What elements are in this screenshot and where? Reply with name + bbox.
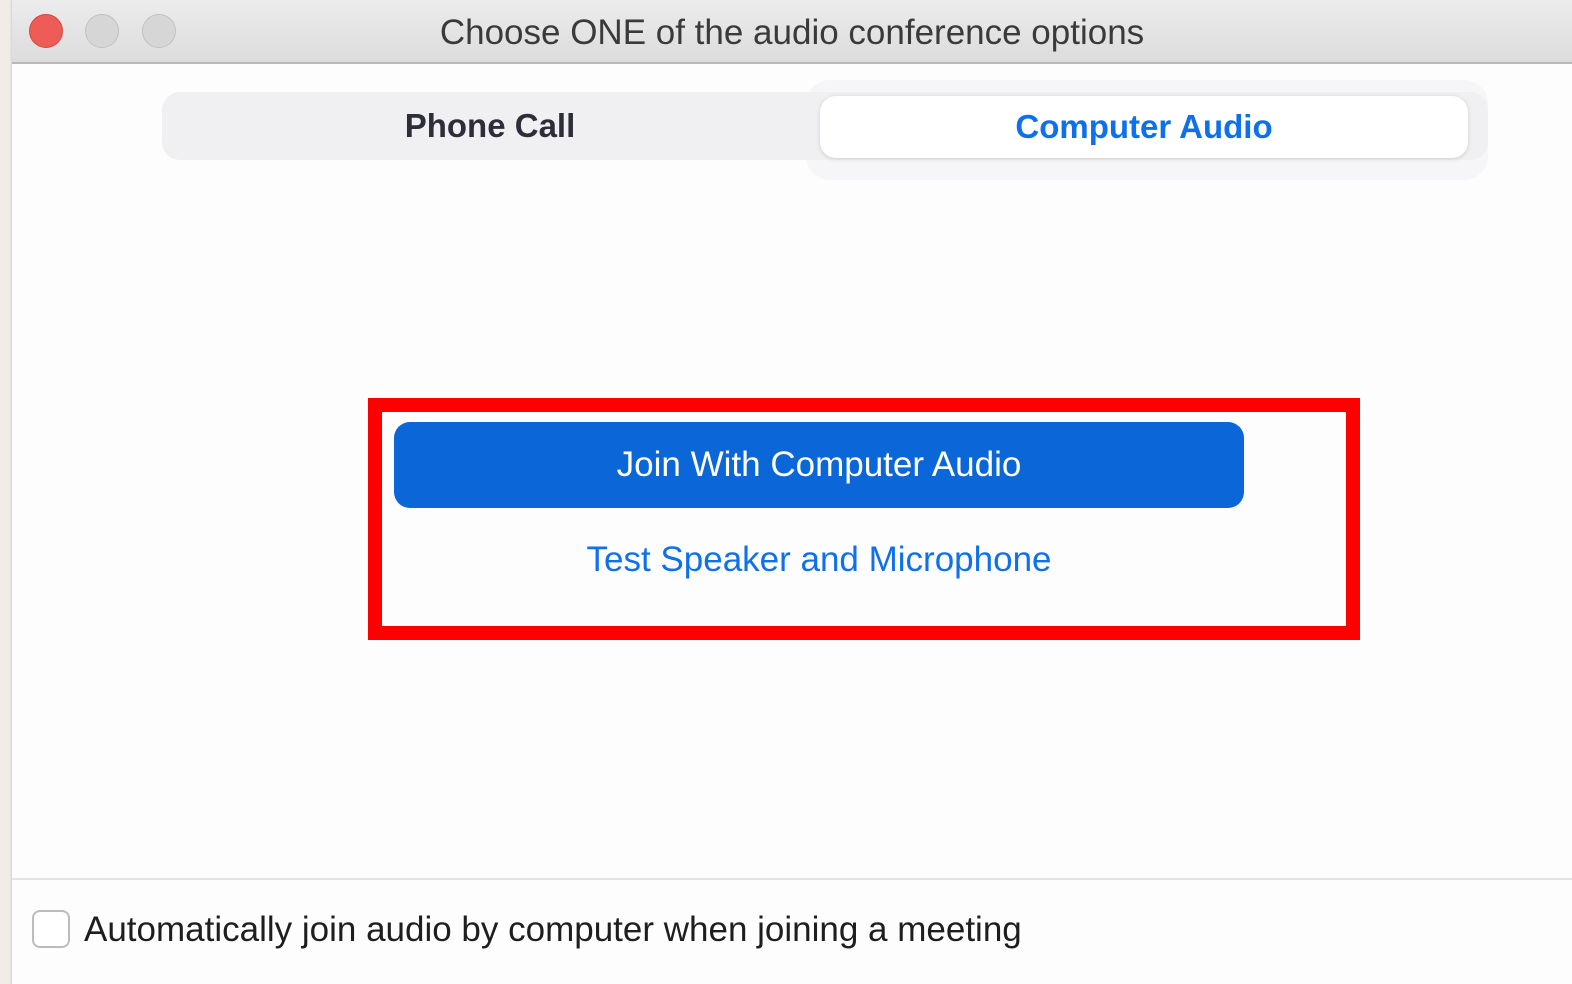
tab-computer-audio[interactable]: Computer Audio [820,96,1468,158]
audio-options-window: Choose ONE of the audio conference optio… [12,0,1572,984]
auto-join-label[interactable]: Automatically join audio by computer whe… [84,908,1022,952]
footer: Automatically join audio by computer whe… [12,880,1572,984]
window-title: Choose ONE of the audio conference optio… [439,13,1145,52]
join-with-computer-audio-button[interactable]: Join With Computer Audio [394,422,1244,508]
title-bar: Choose ONE of the audio conference optio… [12,0,1572,64]
tab-phone-call[interactable]: Phone Call [162,92,818,160]
audio-mode-tabs: Phone Call Computer Audio [162,92,1488,160]
test-speaker-microphone-link[interactable]: Test Speaker and Microphone [394,532,1244,588]
auto-join-checkbox[interactable] [32,910,70,948]
